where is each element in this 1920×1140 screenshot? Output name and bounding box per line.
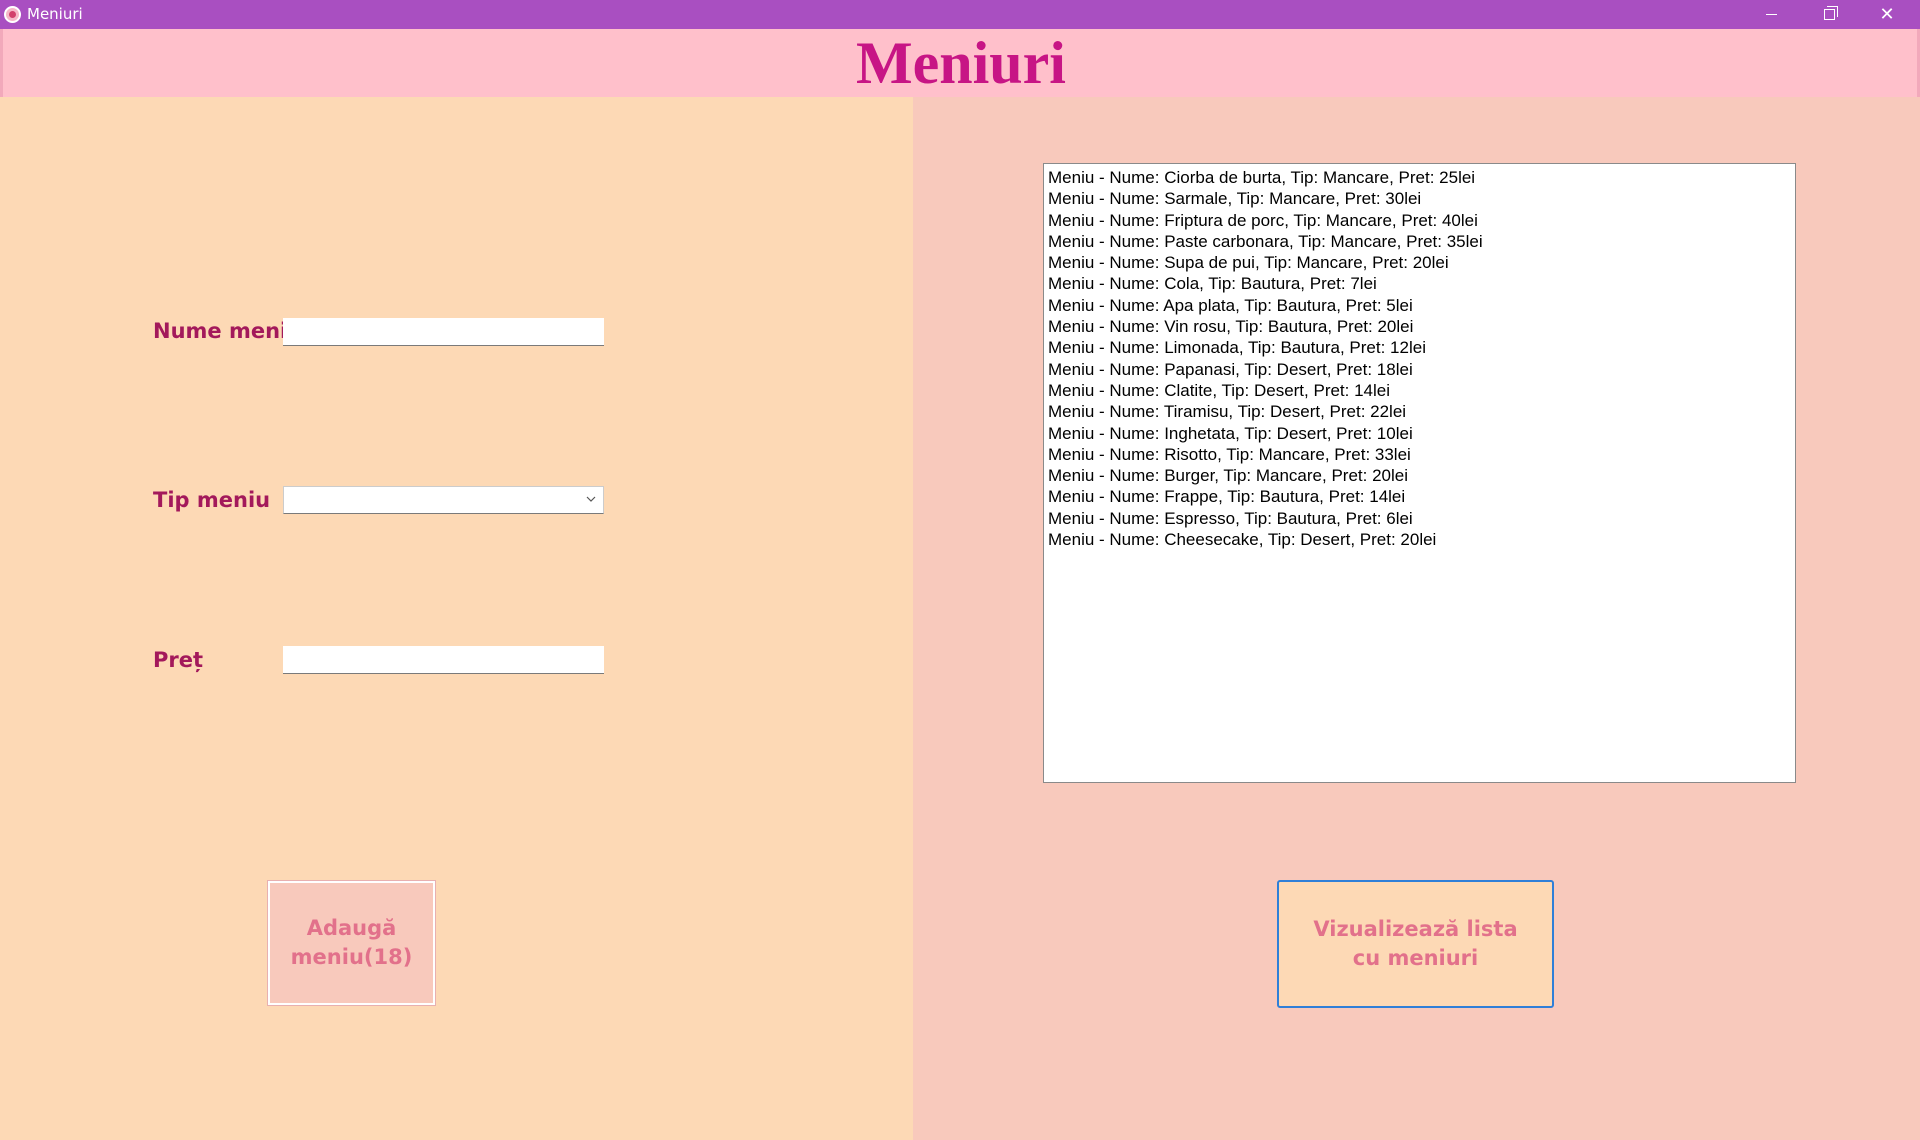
- list-item[interactable]: Meniu - Nume: Apa plata, Tip: Bautura, P…: [1048, 295, 1791, 316]
- name-input[interactable]: [283, 318, 604, 346]
- list-item[interactable]: Meniu - Nume: Frappe, Tip: Bautura, Pret…: [1048, 486, 1791, 507]
- restore-button[interactable]: [1800, 0, 1858, 29]
- add-menu-button[interactable]: Adaugă meniu(18): [267, 880, 436, 1006]
- close-button[interactable]: ✕: [1858, 0, 1916, 29]
- list-item[interactable]: Meniu - Nume: Risotto, Tip: Mancare, Pre…: [1048, 444, 1791, 465]
- list-item[interactable]: Meniu - Nume: Burger, Tip: Mancare, Pret…: [1048, 465, 1791, 486]
- list-item[interactable]: Meniu - Nume: Cheesecake, Tip: Desert, P…: [1048, 529, 1791, 550]
- menu-form-panel: Nume meniu Tip meniu Preț Adaugă meniu(1…: [0, 97, 913, 1140]
- list-item[interactable]: Meniu - Nume: Vin rosu, Tip: Bautura, Pr…: [1048, 316, 1791, 337]
- list-item[interactable]: Meniu - Nume: Friptura de porc, Tip: Man…: [1048, 210, 1791, 231]
- minimize-icon: [1765, 14, 1777, 15]
- list-item[interactable]: Meniu - Nume: Paste carbonara, Tip: Manc…: [1048, 231, 1791, 252]
- list-item[interactable]: Meniu - Nume: Clatite, Tip: Desert, Pret…: [1048, 380, 1791, 401]
- list-item[interactable]: Meniu - Nume: Papanasi, Tip: Desert, Pre…: [1048, 359, 1791, 380]
- list-item[interactable]: Meniu - Nume: Inghetata, Tip: Desert, Pr…: [1048, 423, 1791, 444]
- list-item[interactable]: Meniu - Nume: Ciorba de burta, Tip: Manc…: [1048, 167, 1791, 188]
- name-label: Nume meniu: [153, 319, 303, 343]
- list-item[interactable]: Meniu - Nume: Sarmale, Tip: Mancare, Pre…: [1048, 188, 1791, 209]
- window-titlebar: Meniuri ✕: [0, 0, 1920, 29]
- list-item[interactable]: Meniu - Nume: Espresso, Tip: Bautura, Pr…: [1048, 508, 1791, 529]
- list-item[interactable]: Meniu - Nume: Cola, Tip: Bautura, Pret: …: [1048, 273, 1791, 294]
- add-menu-button-label: Adaugă meniu(18): [290, 916, 413, 969]
- page-header: Meniuri: [0, 29, 1920, 97]
- price-input[interactable]: [283, 646, 604, 674]
- type-label: Tip meniu: [153, 488, 271, 512]
- restore-icon: [1823, 6, 1838, 20]
- chevron-down-icon: [586, 496, 596, 502]
- price-label: Preț: [153, 648, 204, 672]
- view-menu-list-button[interactable]: Vizualizează lista cu meniuri: [1277, 880, 1554, 1008]
- menu-list-panel: Meniu - Nume: Ciorba de burta, Tip: Manc…: [913, 97, 1920, 1140]
- list-item[interactable]: Meniu - Nume: Tiramisu, Tip: Desert, Pre…: [1048, 401, 1791, 422]
- window-title: Meniuri: [27, 5, 83, 23]
- list-item[interactable]: Meniu - Nume: Supa de pui, Tip: Mancare,…: [1048, 252, 1791, 273]
- close-icon: ✕: [1879, 3, 1895, 25]
- app-icon: [4, 6, 21, 23]
- minimize-button[interactable]: [1742, 0, 1800, 29]
- view-menu-list-button-label: Vizualizează lista cu meniuri: [1313, 917, 1518, 970]
- type-dropdown[interactable]: [283, 486, 604, 514]
- page-title: Meniuri: [856, 30, 1066, 96]
- list-item[interactable]: Meniu - Nume: Limonada, Tip: Bautura, Pr…: [1048, 337, 1791, 358]
- menu-listbox[interactable]: Meniu - Nume: Ciorba de burta, Tip: Manc…: [1043, 163, 1796, 783]
